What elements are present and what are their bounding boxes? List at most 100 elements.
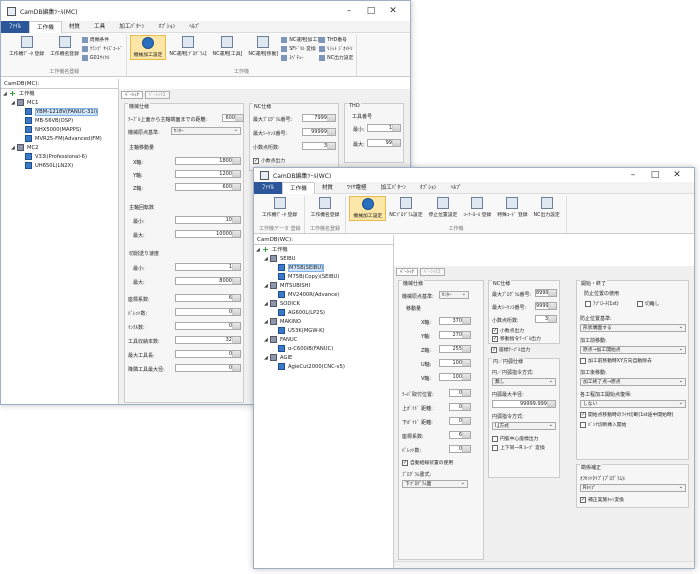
- cycle-count-input[interactable]: 0: [175, 322, 241, 330]
- register-machine-name-button[interactable]: 工作機名登録: [308, 196, 343, 219]
- minimize-button[interactable]: –: [338, 6, 360, 16]
- coordinate-count-input[interactable]: 6: [449, 431, 471, 439]
- pallet-count-input[interactable]: 0: [449, 445, 471, 453]
- tab-option[interactable]: ｵﾌﾟｼｮﾝ: [413, 182, 444, 194]
- corner-roll-button[interactable]: ｺｰﾅｰﾛｰﾙ 登録: [460, 196, 494, 219]
- program-format-select[interactable]: 下ﾌﾟﾛｸﾞﾗﾑ面: [402, 480, 468, 488]
- tree-node-machine[interactable]: AgieCut2000(CNC-v5): [254, 362, 393, 371]
- maximize-button[interactable]: □: [360, 6, 382, 16]
- pre-move-select[interactable]: 原点→加工開始点: [580, 346, 686, 354]
- y-axis-input[interactable]: 270: [439, 331, 471, 339]
- detach-checkbox[interactable]: 切離し: [637, 300, 659, 307]
- special-code-button[interactable]: 特殊ｺｰﾄﾞ 登録: [494, 196, 530, 219]
- tree-node-root[interactable]: ◢ + 工作機: [1, 89, 118, 98]
- nc-program-button[interactable]: NC運用[ﾌﾟﾛｸﾞﾗﾑ]: [166, 35, 209, 58]
- decimal-digits-input[interactable]: 3: [535, 315, 557, 323]
- x-axis-input[interactable]: 1800: [175, 157, 241, 165]
- return-start-select[interactable]: しない: [580, 400, 686, 408]
- spindle-max-input[interactable]: 10000: [175, 230, 241, 238]
- offset-cancel-checkbox[interactable]: ✓ 補正実施ｷｬﾝ変換: [580, 496, 624, 503]
- max-sequence-number-input[interactable]: 99999: [302, 128, 336, 136]
- tab-basic2[interactable]: ﾍﾞｰｼｯｸ2: [419, 268, 445, 276]
- u-axis-input[interactable]: 100: [439, 359, 471, 367]
- tree-node-machine[interactable]: YBM-1218V(FANUC-31i): [1, 107, 118, 116]
- x-axis-input[interactable]: 370: [439, 317, 471, 325]
- close-button[interactable]: ✕: [666, 170, 688, 180]
- machining-settings-button[interactable]: 機械加工設定: [129, 35, 167, 60]
- max-program-number-input[interactable]: 8999: [535, 289, 557, 297]
- limit-geometry-button[interactable]: ﾘﾐｯﾄ ｼﾞｵﾒﾄﾘ: [319, 45, 353, 52]
- lower-guide-input[interactable]: 0: [449, 417, 471, 425]
- tree-node-machine[interactable]: AG600L(LP2S): [254, 308, 393, 317]
- bank-cut-checkbox[interactable]: ﾊﾞﾝｸ切断挿入開始: [580, 421, 626, 428]
- tree-node-machine[interactable]: MV2400R(Advance): [254, 290, 393, 299]
- tree-node-mc1[interactable]: ◢ MC1: [1, 98, 118, 107]
- sf-drill-button[interactable]: SFﾄﾞﾘﾙ 変換: [281, 45, 319, 52]
- same-r-loop-checkbox[interactable]: 上下同一R ﾙｰﾌﾟ 変換: [492, 444, 545, 451]
- clamp-size-button[interactable]: ｸﾗﾝﾌﾟ ｻｲｽﾞｺｰﾄﾞ: [81, 45, 123, 52]
- coordinate-table-output-checkbox[interactable]: ✓ 座標ﾃｰﾌﾞﾙ出力: [491, 346, 530, 353]
- post-move-select[interactable]: 加工終了点→原点: [580, 378, 686, 386]
- table-to-spindle-input[interactable]: 600: [222, 114, 244, 122]
- horizontal-scrollbar[interactable]: [394, 561, 694, 568]
- tab-option[interactable]: ｵﾌﾟｼｮﾝ: [151, 21, 182, 33]
- nc-move-button[interactable]: NC運用[移動]: [245, 35, 281, 58]
- stop-position-base-select[interactable]: 形状端面する: [580, 324, 686, 332]
- stop-position-button[interactable]: 停止位置設定: [426, 196, 461, 219]
- thd-number-button[interactable]: THD番号: [319, 36, 353, 43]
- tab-pattern[interactable]: 加工ﾊﾟﾀｰﾝ: [374, 182, 413, 194]
- z-axis-input[interactable]: 600: [175, 183, 241, 191]
- tool-number-max-input[interactable]: 99: [367, 139, 401, 147]
- tree-node-machine[interactable]: NHX5000(MAPPS): [1, 125, 118, 134]
- arc-center-output-checkbox[interactable]: 円弧中心座標出力: [492, 435, 538, 442]
- tree-node-machine[interactable]: M75B(SEIBU): [254, 263, 393, 272]
- z-axis-input[interactable]: 255: [439, 345, 471, 353]
- tree-node-maker[interactable]: ◢ MITSUBISHI: [254, 281, 393, 290]
- nc-output-button[interactable]: NC出力設定: [531, 196, 563, 219]
- xy-auto-remove-checkbox[interactable]: 加工前移動時XY方向自動除去: [580, 357, 652, 364]
- v-axis-input[interactable]: 100: [439, 373, 471, 381]
- tree-node-maker[interactable]: ◢ SEIBU: [254, 254, 393, 263]
- nc-output-button[interactable]: NC出力設定: [319, 54, 353, 61]
- tree-node-machine[interactable]: MVR25-FM(Advanced)FM): [1, 134, 118, 143]
- nc-program-settings-button[interactable]: NCﾌﾟﾛｸﾞﾗﾑ設定: [386, 196, 425, 219]
- wire-cut-checkbox[interactable]: ✓ 開始点移動時のﾜｲﾔ切断(1st途中開始時): [580, 411, 674, 418]
- tab-material[interactable]: 材質: [62, 21, 87, 33]
- tree-node-maker[interactable]: ◢ MAKINO: [254, 317, 393, 326]
- register-machine-name-button[interactable]: 工作機名登録: [47, 35, 82, 58]
- maximize-button[interactable]: □: [644, 170, 666, 180]
- tree-node-machine[interactable]: V33i(Professional-6): [1, 152, 118, 161]
- cycle-condition-button[interactable]: 周類条件: [81, 36, 123, 43]
- tab-tool[interactable]: 工具: [87, 21, 112, 33]
- max-tool-length-input[interactable]: 0: [175, 350, 241, 358]
- arc-command-mode-select[interactable]: 無し: [492, 378, 556, 386]
- origin-base-select[interactable]: ｾﾝﾀｰ: [171, 127, 241, 135]
- decimal-output-checkbox[interactable]: ✓ 小数点出力: [253, 157, 285, 164]
- tree-node-maker[interactable]: ◢ AGIE: [254, 353, 393, 362]
- machining-settings-button[interactable]: 機械加工設定: [349, 196, 387, 221]
- tree-node-mc2[interactable]: ◢ MC2: [1, 143, 118, 152]
- coordinate-count-input[interactable]: 6: [175, 294, 241, 302]
- taper-mount-input[interactable]: 0: [449, 389, 471, 397]
- upper-guide-input[interactable]: 0: [449, 403, 471, 411]
- offset-type-select[interactable]: Rﾀｲﾌﾟ: [580, 484, 686, 492]
- tab-material[interactable]: 材質: [315, 182, 340, 194]
- tree-node-maker[interactable]: ◢ SODICK: [254, 299, 393, 308]
- tree-node-maker[interactable]: ◢ FANUC: [254, 335, 393, 344]
- y-axis-input[interactable]: 1200: [175, 170, 241, 178]
- move-table-output-checkbox[interactable]: ✓ 移動指令ﾃｰﾌﾞﾙ出力: [492, 335, 541, 342]
- tree-node-machine[interactable]: α-C600iB(FANUC): [254, 344, 393, 353]
- tab-pattern[interactable]: 加工ﾊﾟﾀｰﾝ: [112, 21, 151, 33]
- decimal-output-checkbox[interactable]: ✓ 小数点出力: [492, 327, 524, 334]
- spindle-min-input[interactable]: 10: [175, 216, 241, 224]
- tab-basic[interactable]: ﾍﾞｰｼｯｸ: [121, 91, 143, 99]
- tree-node-root[interactable]: ◢ + 工作機: [254, 245, 393, 254]
- spatula-button[interactable]: ｽﾍﾟﾁｭｰ: [281, 54, 319, 61]
- minimize-button[interactable]: –: [622, 170, 644, 180]
- register-machine-data-button[interactable]: 工作機ﾃﾞｰﾀ 登録: [6, 35, 47, 58]
- approach-1st-checkbox[interactable]: ｱﾌﾟﾛｰﾁ(1st): [585, 300, 619, 307]
- nc-tool-button[interactable]: NC運用[工具]: [210, 35, 246, 58]
- tab-machine[interactable]: 工作機: [29, 20, 62, 33]
- pallet-count-input[interactable]: 0: [175, 308, 241, 316]
- tool-number-min-input[interactable]: 1: [367, 124, 401, 132]
